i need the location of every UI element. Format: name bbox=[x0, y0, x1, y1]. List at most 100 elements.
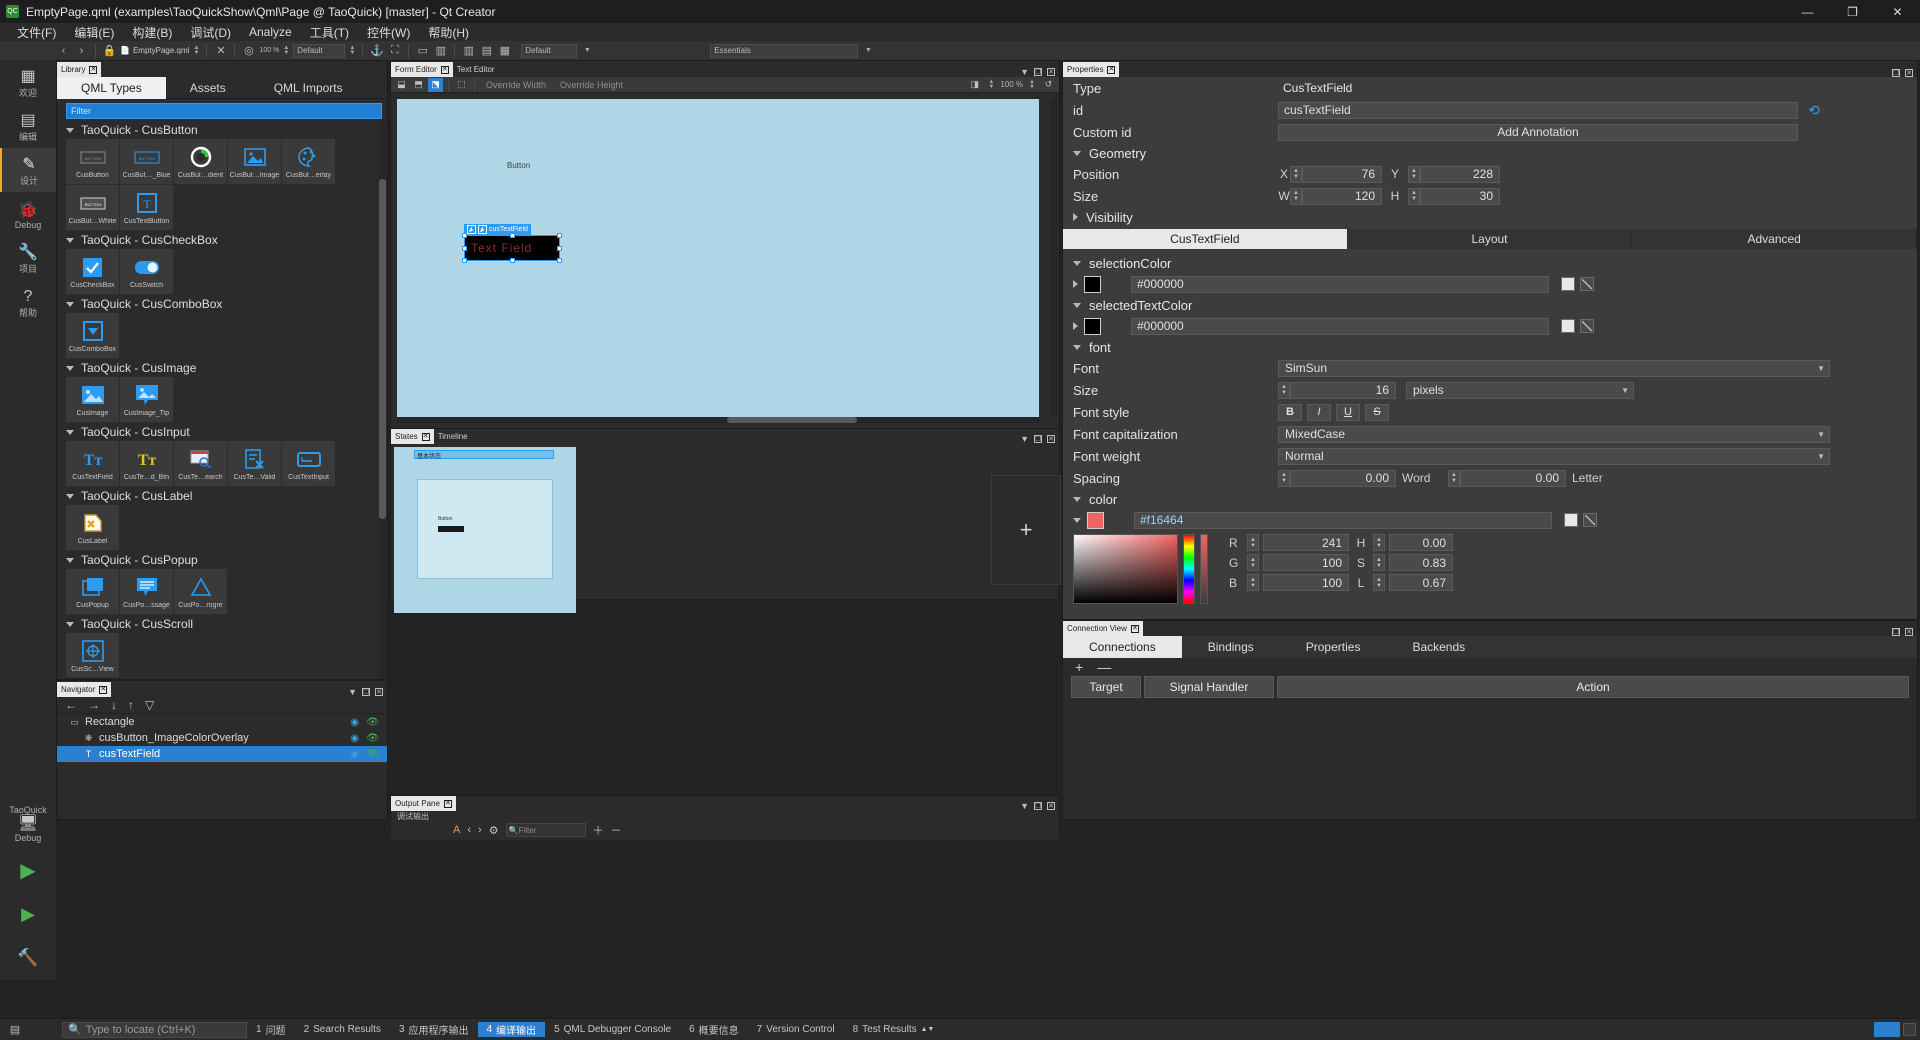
properties-panel-close-icon[interactable]: ✕ bbox=[1905, 69, 1913, 77]
section-cusbutton[interactable]: TaoQuick - CusButton bbox=[57, 121, 387, 139]
mode-welcome[interactable]: ▦ 欢迎 bbox=[0, 60, 56, 104]
spacing-word-spinner[interactable]: ▲ ▼ bbox=[1278, 469, 1290, 487]
states-chevron-down-icon[interactable]: ▼ bbox=[1020, 434, 1029, 444]
form-editor-hscrollbar[interactable] bbox=[397, 417, 1039, 423]
essentials-combo-chevron-icon[interactable]: ▼ bbox=[861, 44, 875, 58]
channel-h-input[interactable]: 0.00 bbox=[1389, 534, 1453, 551]
channel-r-input[interactable]: 241 bbox=[1263, 534, 1349, 551]
remove-connection-button[interactable]: — bbox=[1097, 659, 1111, 675]
channel-s-input[interactable]: 0.83 bbox=[1389, 554, 1453, 571]
tab-qml-imports[interactable]: QML Imports bbox=[250, 77, 367, 99]
build-button[interactable]: 🔨 bbox=[0, 936, 56, 980]
tab-text-editor[interactable]: Text Editor bbox=[452, 62, 499, 77]
position-x-input[interactable]: 76 bbox=[1302, 165, 1382, 183]
menu-tools[interactable]: 工具(T) bbox=[301, 22, 358, 43]
lib-item-cuscombobox[interactable]: CusComboBox bbox=[66, 313, 120, 359]
design-canvas[interactable]: Button cusTextField Text Field bbox=[397, 99, 1039, 417]
subtab-custextfield[interactable]: CusTextField bbox=[1063, 229, 1348, 249]
tab-backends[interactable]: Backends bbox=[1386, 636, 1491, 658]
channel-r-spinner[interactable]: ▲ ▼ bbox=[1247, 534, 1259, 551]
kit-selector[interactable]: TaoQuick 🖥 Debug bbox=[0, 796, 56, 848]
chevron-right-icon[interactable] bbox=[1073, 280, 1078, 288]
form-editor-chevron-down-icon[interactable]: ▼ bbox=[1020, 67, 1029, 77]
column-target[interactable]: Target bbox=[1071, 676, 1141, 698]
selection-color-swatch[interactable] bbox=[1084, 275, 1101, 293]
channel-l-input[interactable]: 0.67 bbox=[1389, 574, 1453, 591]
back-icon[interactable]: ‹ bbox=[56, 43, 71, 58]
resize-handle-s[interactable] bbox=[510, 258, 515, 263]
statusbar-item-version-control[interactable]: 7 Version Control bbox=[748, 1024, 844, 1035]
locator-input[interactable]: 🔍 Type to locate (Ctrl+K) bbox=[62, 1021, 247, 1038]
tab-qml-types[interactable]: QML Types bbox=[57, 77, 166, 99]
states-float-icon[interactable]: ❐ bbox=[1034, 435, 1042, 443]
color-picker-saturation-area[interactable] bbox=[1073, 534, 1178, 604]
statusbar-item-app-output[interactable]: 3 应用程序输出 bbox=[390, 1022, 478, 1037]
lib-item-cuspopup-progress[interactable]: CusPo…rogre bbox=[174, 569, 228, 615]
style-combo[interactable]: Default bbox=[293, 43, 346, 58]
form-editor-float-icon[interactable]: ❐ bbox=[1034, 68, 1042, 76]
column-action[interactable]: Action bbox=[1277, 676, 1909, 698]
statusbar-toggle-output-icon[interactable] bbox=[1903, 1023, 1916, 1036]
chevron-right-icon[interactable] bbox=[1073, 322, 1078, 330]
split-side-icon[interactable]: ▥ bbox=[433, 43, 448, 58]
override-height-input[interactable]: Override Height bbox=[554, 80, 629, 90]
lib-item-custextfield[interactable]: Tт CusTextField bbox=[66, 441, 120, 487]
default-combo[interactable]: Default bbox=[521, 43, 578, 58]
section-cuslabel[interactable]: TaoQuick - CusLabel bbox=[57, 487, 387, 505]
output-filter-input[interactable]: 🔍 Filter bbox=[505, 823, 586, 837]
lib-item-cusbutton-blue[interactable]: BUTTON CusBut…_Blue bbox=[120, 139, 174, 185]
no-snapping-icon[interactable]: ⬓ bbox=[394, 78, 409, 92]
properties-close-icon[interactable]: ✕ bbox=[1107, 65, 1116, 74]
lock-icon[interactable]: 🔒 bbox=[102, 43, 117, 58]
sidebar-toggle-icon[interactable]: ▤ bbox=[0, 1023, 30, 1036]
states-panel-close-icon[interactable]: ✕ bbox=[1047, 435, 1055, 443]
navigator-panel-close-icon[interactable]: ✕ bbox=[375, 688, 383, 696]
lib-item-custextfield-btn[interactable]: Tт CusTe…d_Btn bbox=[120, 441, 174, 487]
lib-item-cusimage[interactable]: CusImage bbox=[66, 377, 120, 423]
run-button[interactable]: ▶ bbox=[0, 848, 56, 892]
font-size-icon[interactable]: A bbox=[453, 824, 460, 836]
resize-handle-ne[interactable] bbox=[557, 233, 562, 238]
color-picker-hue-bar[interactable] bbox=[1183, 534, 1195, 604]
tab-timeline[interactable]: Timeline bbox=[433, 429, 472, 444]
override-width-input[interactable]: Override Width bbox=[480, 80, 552, 90]
id-input[interactable]: cusTextField bbox=[1278, 101, 1798, 119]
resize-handle-w[interactable] bbox=[462, 246, 467, 251]
next-item-icon[interactable]: › bbox=[478, 824, 482, 836]
output-pane-close-icon[interactable]: ✕ bbox=[443, 799, 452, 808]
spacing-word-input[interactable]: 0.00 bbox=[1290, 469, 1396, 487]
selected-textfield[interactable]: Text Field bbox=[462, 233, 562, 263]
menu-widgets[interactable]: 控件(W) bbox=[358, 22, 419, 43]
position-y-spinner[interactable]: ▲ ▼ bbox=[1408, 165, 1420, 183]
resize-handle-e[interactable] bbox=[557, 246, 562, 251]
size-h-spinner[interactable]: ▲ ▼ bbox=[1408, 187, 1420, 205]
selection-color-gradient-button[interactable] bbox=[1580, 277, 1594, 291]
lib-item-custextfield-search[interactable]: CusTe…earch bbox=[174, 441, 228, 487]
snapping-icon[interactable]: ⬔ bbox=[428, 77, 443, 92]
nav-row-cusbutton-imagecoloroverlay[interactable]: ❋ cusButton_ImageColorOverlay ◉ 👁 bbox=[57, 730, 387, 746]
resize-handle-n[interactable] bbox=[510, 233, 515, 238]
section-visibility[interactable]: Visibility bbox=[1063, 207, 1917, 227]
tab-connection-view[interactable]: Connection View ✕ bbox=[1063, 621, 1143, 636]
zoom-icon[interactable]: ◎ bbox=[241, 43, 256, 58]
nav-down-icon[interactable]: ↓ bbox=[111, 698, 117, 712]
section-color[interactable]: color bbox=[1063, 489, 1917, 509]
file-spinner[interactable]: ▲ ▼ bbox=[192, 44, 200, 58]
font-family-select[interactable]: SimSun ▼ bbox=[1278, 359, 1830, 377]
subtab-advanced[interactable]: Advanced bbox=[1632, 229, 1917, 249]
lib-item-cuspopup-message[interactable]: CusPo…ssage bbox=[120, 569, 174, 615]
selection-color-input[interactable]: #000000 bbox=[1131, 275, 1549, 293]
section-cusscroll[interactable]: TaoQuick - CusScroll bbox=[57, 615, 387, 633]
reset-view-icon[interactable]: ↺ bbox=[1041, 78, 1056, 92]
color-input[interactable]: #f16464 bbox=[1134, 511, 1552, 529]
tab-assets[interactable]: Assets bbox=[166, 77, 250, 99]
italic-button[interactable]: I bbox=[1307, 403, 1331, 421]
library-scrollbar-thumb[interactable] bbox=[379, 179, 386, 519]
lib-item-cusbutton[interactable]: BUTTON CusButton bbox=[66, 139, 120, 185]
size-w-input[interactable]: 120 bbox=[1302, 187, 1382, 205]
statusbar-item-qml-debugger-console[interactable]: 5 QML Debugger Console bbox=[545, 1024, 680, 1035]
statusbar-spinner-icon[interactable]: ▲▼ bbox=[921, 1026, 935, 1033]
form-editor-panel-close-icon[interactable]: ✕ bbox=[1047, 68, 1055, 76]
section-selectioncolor[interactable]: selectionColor bbox=[1063, 253, 1917, 273]
resize-handle-sw[interactable] bbox=[462, 258, 467, 263]
